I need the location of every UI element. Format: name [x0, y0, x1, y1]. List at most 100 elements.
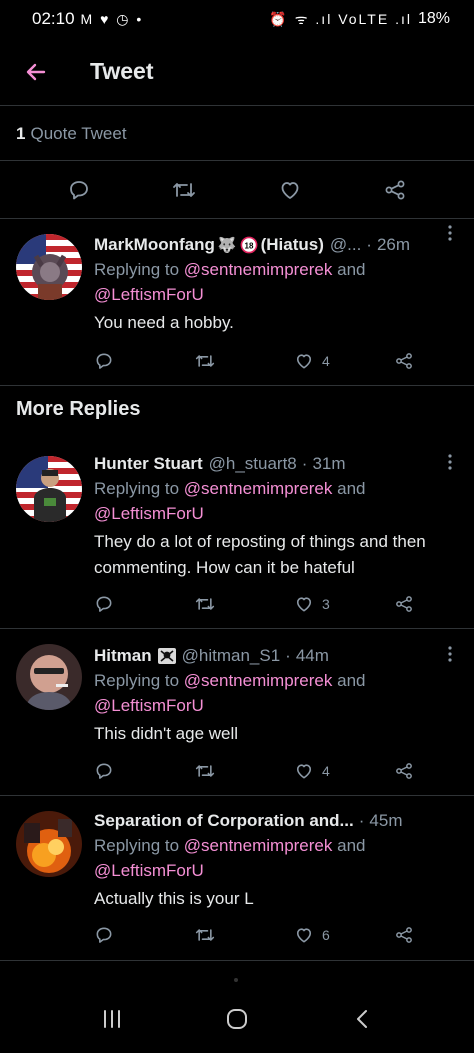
- retweet-button[interactable]: [194, 925, 264, 945]
- status-time: 02:10: [32, 9, 75, 28]
- display-name[interactable]: Hunter Stuart: [94, 454, 203, 474]
- top-app-bar: Tweet: [0, 38, 474, 106]
- replying-prefix: Replying to: [94, 479, 180, 498]
- quote-label: Quote Tweet: [30, 123, 127, 143]
- reply-button[interactable]: [94, 761, 164, 781]
- eighteen-plus-icon: 18: [240, 236, 258, 254]
- retweet-icon: [195, 929, 215, 941]
- tweet-text: You need a hobby.: [94, 313, 234, 332]
- separator-dot: ·: [285, 646, 291, 665]
- display-name[interactable]: Hitman: [94, 646, 152, 666]
- share-button[interactable]: [355, 178, 435, 202]
- back-icon[interactable]: [351, 1008, 373, 1035]
- display-name[interactable]: MarkMoonfang: [94, 235, 215, 255]
- like-count: 3: [322, 596, 330, 612]
- handle: @h_stuart8: [208, 454, 297, 473]
- mention-link[interactable]: @LeftismForU: [94, 285, 204, 304]
- more-options-icon[interactable]: [444, 452, 456, 472]
- reply-tweet[interactable]: MarkMoonfang 🐺 18 (Hiatus) @... · 26m Re…: [0, 219, 474, 386]
- tweet-text: They do a lot of reposting of things and…: [94, 532, 426, 577]
- like-button[interactable]: 4: [294, 761, 364, 781]
- share-button[interactable]: [394, 351, 414, 371]
- avatar[interactable]: [16, 234, 82, 300]
- reply-button[interactable]: [94, 925, 164, 945]
- quote-count: 1: [16, 123, 26, 143]
- avatar[interactable]: [16, 456, 82, 522]
- mention-link[interactable]: @sentnemimprerek: [184, 671, 333, 690]
- retweet-button[interactable]: [194, 351, 264, 371]
- replying-to: Replying to @sentnemimprerek and @Leftis…: [94, 476, 460, 526]
- reply-icon: [96, 596, 112, 612]
- retweet-button[interactable]: [194, 761, 264, 781]
- reply-icon: [69, 180, 88, 199]
- wolf-emoji-icon: 🐺: [217, 237, 237, 254]
- handle: @hitman_S1: [181, 646, 281, 665]
- replying-and: and: [337, 836, 366, 855]
- retweet-icon: [195, 765, 215, 777]
- retweet-icon: [173, 182, 196, 197]
- recent-apps-icon[interactable]: [101, 1008, 123, 1035]
- svg-text:18: 18: [244, 241, 253, 250]
- mention-link[interactable]: @sentnemimprerek: [184, 260, 333, 279]
- tweet-actions: 3: [94, 590, 414, 618]
- reply-tweet[interactable]: Hitman @hitman_S1 · 44m Replying to @sen…: [0, 630, 474, 796]
- heart-icon: [281, 181, 299, 199]
- replying-and: and: [337, 260, 366, 279]
- retweet-icon: [195, 598, 215, 610]
- like-button[interactable]: 3: [294, 594, 364, 614]
- retweet-button[interactable]: [144, 178, 224, 202]
- avatar[interactable]: [16, 644, 82, 710]
- reply-tweet[interactable]: Hunter Stuart @h_stuart8 · 31m Replying …: [0, 438, 474, 629]
- timestamp: 26m: [376, 235, 411, 254]
- quote-tweets-link[interactable]: 1 Quote Tweet: [0, 107, 474, 161]
- like-button[interactable]: 4: [294, 351, 364, 371]
- handle: @...: [329, 235, 362, 254]
- display-name-suffix: (Hiatus): [260, 235, 324, 254]
- more-options-icon[interactable]: [444, 223, 456, 243]
- separator-dot: ·: [366, 235, 372, 254]
- mention-link[interactable]: @sentnemimprerek: [184, 479, 333, 498]
- heart-icon: [296, 354, 312, 369]
- avatar[interactable]: [16, 811, 82, 877]
- tweet-actions: 4: [94, 757, 414, 785]
- timestamp: 31m: [312, 454, 346, 473]
- skull-crossbones-icon: [157, 648, 176, 664]
- reply-button[interactable]: [39, 178, 119, 202]
- share-button[interactable]: [394, 925, 414, 945]
- separator-dot: ·: [301, 454, 308, 473]
- reply-button[interactable]: [94, 351, 164, 371]
- reply-icon: [96, 763, 112, 779]
- reply-tweet[interactable]: Separation of Corporation and... · 45m R…: [0, 797, 474, 961]
- like-button[interactable]: 6: [294, 925, 364, 945]
- like-count: 6: [322, 927, 330, 943]
- status-bar: 02:10 M ♥ ◷ • ⏰ ᯤ .ıl VoLTE .ıl 18%: [0, 0, 474, 38]
- retweet-button[interactable]: [194, 594, 264, 614]
- mention-link[interactable]: @sentnemimprerek: [184, 836, 333, 855]
- home-icon[interactable]: [225, 1007, 249, 1036]
- heart-icon: [296, 597, 312, 612]
- timestamp: 45m: [369, 811, 403, 830]
- mention-link[interactable]: @LeftismForU: [94, 696, 204, 715]
- retweet-icon: [195, 355, 215, 367]
- share-icon: [396, 763, 412, 779]
- back-arrow-icon[interactable]: [18, 54, 54, 90]
- mention-link[interactable]: @LeftismForU: [94, 504, 204, 523]
- more-options-icon[interactable]: [444, 644, 456, 664]
- like-button[interactable]: [250, 178, 330, 202]
- reply-icon: [96, 927, 112, 943]
- separator-dot: ·: [358, 811, 365, 830]
- share-button[interactable]: [394, 761, 414, 781]
- mention-link[interactable]: @LeftismForU: [94, 861, 204, 880]
- timestamp: 44m: [295, 646, 329, 665]
- tweet-actions: 4: [94, 347, 414, 375]
- share-button[interactable]: [394, 594, 414, 614]
- tweet-text: Actually this is your L: [94, 889, 254, 908]
- signal-icons: ⏰ ᯤ .ıl VoLTE .ıl: [269, 10, 412, 27]
- scroll-indicator: [234, 978, 238, 982]
- reply-button[interactable]: [94, 594, 164, 614]
- page-title: Tweet: [90, 58, 154, 84]
- display-name[interactable]: Separation of Corporation and...: [94, 811, 354, 831]
- share-icon: [396, 353, 412, 369]
- heart-icon: [296, 928, 312, 943]
- share-icon: [396, 927, 412, 943]
